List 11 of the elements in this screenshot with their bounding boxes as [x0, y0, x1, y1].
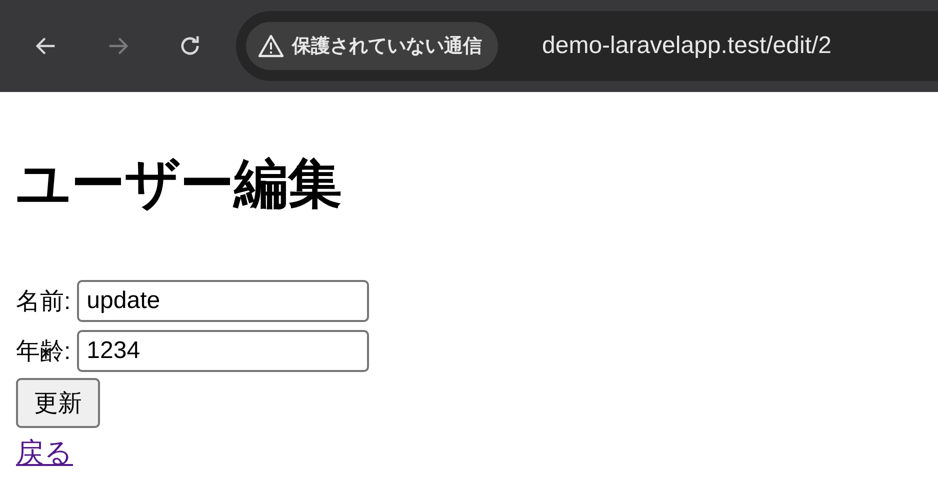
security-chip[interactable]: 保護されていない通信 — [246, 22, 498, 70]
url-text: demo-laravelapp.test/edit/2 — [542, 32, 832, 60]
submit-button[interactable]: 更新 — [16, 378, 100, 428]
input-field[interactable]: 1234 — [76, 330, 369, 372]
back-link[interactable]: 戻る — [16, 434, 73, 472]
field-label: 年齢: — [16, 337, 71, 367]
page-heading: ユーザー編集 — [16, 151, 343, 217]
field-label: 名前: — [16, 287, 71, 317]
warning-icon — [258, 34, 284, 58]
input-field[interactable]: update — [76, 280, 369, 322]
address-bar[interactable]: 保護されていない通信 demo-laravelapp.test/edit/2 — [236, 11, 938, 81]
